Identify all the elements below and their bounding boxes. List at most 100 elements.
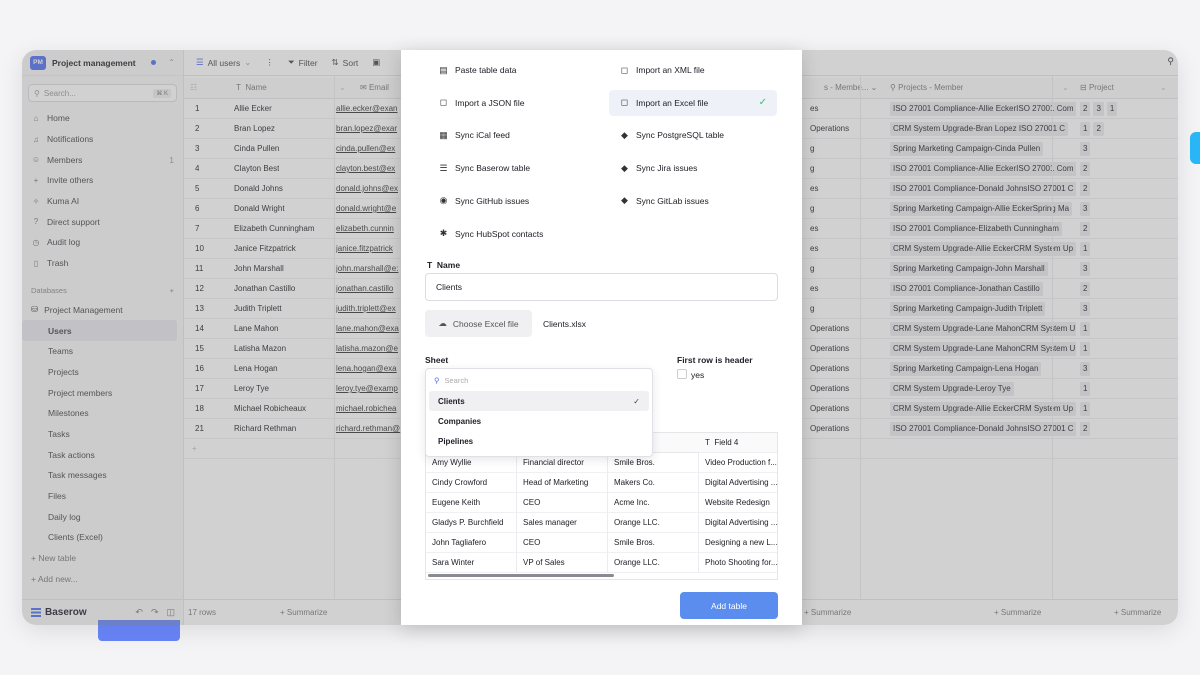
cell-name[interactable]: Donald Johns xyxy=(234,179,283,199)
cell-project[interactable]: 1 xyxy=(1080,239,1093,259)
column-header-projects-member[interactable]: ⚲ Projects - Member xyxy=(890,78,963,98)
sidebar-table-item[interactable]: Project members xyxy=(22,382,177,403)
import-source-import-an-excel-file[interactable]: ◻ Import an Excel file ✓ xyxy=(609,89,777,116)
cell-teams-member[interactable]: g xyxy=(810,199,860,219)
sheet-option[interactable]: Clients ✓ xyxy=(429,391,649,411)
cell-project[interactable]: 3 xyxy=(1080,199,1093,219)
import-source-sync-github-issues[interactable]: ◉ Sync GitHub issues xyxy=(428,188,596,214)
cell-name[interactable]: Bran Lopez xyxy=(234,119,275,139)
cell-name[interactable]: Cinda Pullen xyxy=(234,139,279,159)
cell-project[interactable]: 1 xyxy=(1080,319,1093,339)
table-name-input[interactable]: Clients xyxy=(425,273,778,301)
cell-teams-member[interactable]: Operations xyxy=(810,359,860,379)
import-source-import-an-xml-file[interactable]: ◻ Import an XML file xyxy=(609,57,777,83)
sheet-option[interactable]: Companies xyxy=(429,411,649,431)
import-source-sync-jira-issues[interactable]: ◆ Sync Jira issues xyxy=(609,155,777,181)
cell-teams-member[interactable]: es xyxy=(810,219,860,239)
more-icon[interactable]: ⋮ xyxy=(265,57,274,68)
sidebar-table-item[interactable]: Milestones xyxy=(22,403,177,424)
cell-projects-member[interactable]: ISO 27001 Compliance-Elizabeth Cunningha… xyxy=(890,219,1076,239)
new-table-link[interactable]: + New table xyxy=(22,548,183,569)
cell-projects-member[interactable]: CRM System Upgrade-Lane MahonCRM System … xyxy=(890,339,1076,359)
filter-button[interactable]: ⏷ Filter xyxy=(288,57,318,68)
cell-projects-member[interactable]: Spring Marketing Campaign-John Marshall xyxy=(890,259,1076,279)
cell-projects-member[interactable]: Spring Marketing Campaign-Cinda Pullen xyxy=(890,139,1076,159)
chevron-down-icon[interactable]: ⌄ xyxy=(1160,78,1167,98)
cell-teams-member[interactable]: g xyxy=(810,139,860,159)
cell-project[interactable]: 3 xyxy=(1080,299,1093,319)
cell-project[interactable]: 12 xyxy=(1080,119,1107,139)
cell-teams-member[interactable]: Operations xyxy=(810,399,860,419)
cell-projects-member[interactable]: CRM System Upgrade-Leroy Tye xyxy=(890,379,1076,399)
sort-button[interactable]: ⇅ Sort xyxy=(332,57,359,68)
cell-projects-member[interactable]: ISO 27001 Compliance-Allie EckerISO 2700… xyxy=(890,159,1076,179)
cell-projects-member[interactable]: Spring Marketing Campaign-Lena Hogan xyxy=(890,359,1076,379)
summarize-button[interactable]: + Summarize xyxy=(280,603,327,623)
sidebar-item-home[interactable]: ⌂ Home xyxy=(22,108,183,129)
sidebar-item-notifications[interactable]: ♫ Notifications xyxy=(22,129,183,150)
choose-excel-file-button[interactable]: ☁ Choose Excel file xyxy=(425,310,532,337)
cell-project[interactable]: 2 xyxy=(1080,159,1093,179)
sidebar-item-audit-log[interactable]: ◷ Audit log xyxy=(22,232,183,253)
sidebar-search[interactable]: ⚲ Search... ⌘ K xyxy=(28,84,177,102)
row-select-all-icon[interactable]: ☷ xyxy=(190,78,197,98)
import-source-sync-ical-feed[interactable]: ▦ Sync iCal feed xyxy=(428,122,596,148)
add-new-link[interactable]: + Add new... xyxy=(22,568,183,589)
cell-teams-member[interactable]: es xyxy=(810,99,860,119)
cell-project[interactable]: 1 xyxy=(1080,399,1093,419)
sheet-option[interactable]: Pipelines xyxy=(429,431,649,451)
cell-projects-member[interactable]: Spring Marketing Campaign-Judith Triplet… xyxy=(890,299,1076,319)
cell-project[interactable]: 231 xyxy=(1080,99,1120,119)
cell-teams-member[interactable]: Operations xyxy=(810,119,860,139)
cell-projects-member[interactable]: CRM System Upgrade-Lane MahonCRM System … xyxy=(890,319,1076,339)
undo-icon[interactable]: ↶ xyxy=(135,607,143,618)
cell-project[interactable]: 1 xyxy=(1080,339,1093,359)
cell-name[interactable]: Clayton Best xyxy=(234,159,279,179)
sidebar-table-item[interactable]: Task messages xyxy=(22,465,177,486)
sidebar-item-invite-others[interactable]: + Invite others xyxy=(22,170,183,191)
cell-project[interactable]: 3 xyxy=(1080,259,1093,279)
cell-teams-member[interactable]: Operations xyxy=(810,319,860,339)
cell-projects-member[interactable]: Spring Marketing Campaign-Allie EckerSpr… xyxy=(890,199,1076,219)
sidebar-table-item[interactable]: Clients (Excel) xyxy=(22,527,177,548)
cell-name[interactable]: Latisha Mazon xyxy=(234,339,286,359)
cell-teams-member[interactable]: es xyxy=(810,179,860,199)
cell-name[interactable]: Lena Hogan xyxy=(234,359,278,379)
cell-name[interactable]: Richard Rethman xyxy=(234,419,296,439)
toolbar-search-icon[interactable]: ⚲ xyxy=(1167,56,1174,67)
sidebar-table-item[interactable]: Tasks xyxy=(22,424,177,445)
sidebar-table-item[interactable]: Files xyxy=(22,486,177,507)
cell-name[interactable]: Lane Mahon xyxy=(234,319,278,339)
cell-projects-member[interactable]: CRM System Upgrade-Allie EckerCRM System… xyxy=(890,399,1076,419)
database-item[interactable]: ⛁ Project Management xyxy=(22,300,183,321)
summarize-button[interactable]: + Summarize xyxy=(994,603,1041,623)
cell-projects-member[interactable]: ISO 27001 Compliance-Donald JohnsISO 270… xyxy=(890,419,1076,439)
cell-name[interactable]: Judith Triplett xyxy=(234,299,282,319)
add-table-button[interactable]: Add table xyxy=(680,592,778,619)
import-source-paste-table-data[interactable]: ▤ Paste table data xyxy=(428,57,596,83)
preview-horizontal-scrollbar[interactable] xyxy=(428,574,614,577)
side-widget-tab[interactable] xyxy=(1190,132,1200,164)
cell-projects-member[interactable]: CRM System Upgrade-Bran Lopez ISO 27001 … xyxy=(890,119,1076,139)
cell-teams-member[interactable]: g xyxy=(810,159,860,179)
cell-teams-member[interactable]: Operations xyxy=(810,379,860,399)
sidebar-item-kuma-ai[interactable]: ✧ Kuma AI xyxy=(22,191,183,212)
first-row-header-checkbox[interactable] xyxy=(677,369,687,379)
column-header-name[interactable]: T Name xyxy=(236,78,267,98)
cell-project[interactable]: 3 xyxy=(1080,359,1093,379)
chevron-down-icon[interactable]: ⌄ xyxy=(1062,78,1069,98)
sidebar-table-item[interactable]: Projects xyxy=(22,362,177,383)
cell-teams-member[interactable]: es xyxy=(810,239,860,259)
import-source-sync-postgresql-table[interactable]: ◆ Sync PostgreSQL table xyxy=(609,122,777,148)
chevron-down-icon[interactable]: ⌄ xyxy=(339,78,346,98)
import-source-sync-baserow-table[interactable]: ☰ Sync Baserow table xyxy=(428,155,596,181)
sidebar-item-trash[interactable]: ▯ Trash xyxy=(22,253,183,274)
cell-name[interactable]: John Marshall xyxy=(234,259,284,279)
sidebar-item-members[interactable]: ☺ Members 1 xyxy=(22,149,183,170)
cell-teams-member[interactable]: Operations xyxy=(810,339,860,359)
cell-name[interactable]: Elizabeth Cunningham xyxy=(234,219,315,239)
summarize-button[interactable]: + Summarize xyxy=(804,603,851,623)
import-source-sync-hubspot-contacts[interactable]: ✱ Sync HubSpot contacts xyxy=(428,221,596,247)
cell-project[interactable]: 1 xyxy=(1080,379,1093,399)
cell-projects-member[interactable]: CRM System Upgrade-Allie EckerCRM System… xyxy=(890,239,1076,259)
